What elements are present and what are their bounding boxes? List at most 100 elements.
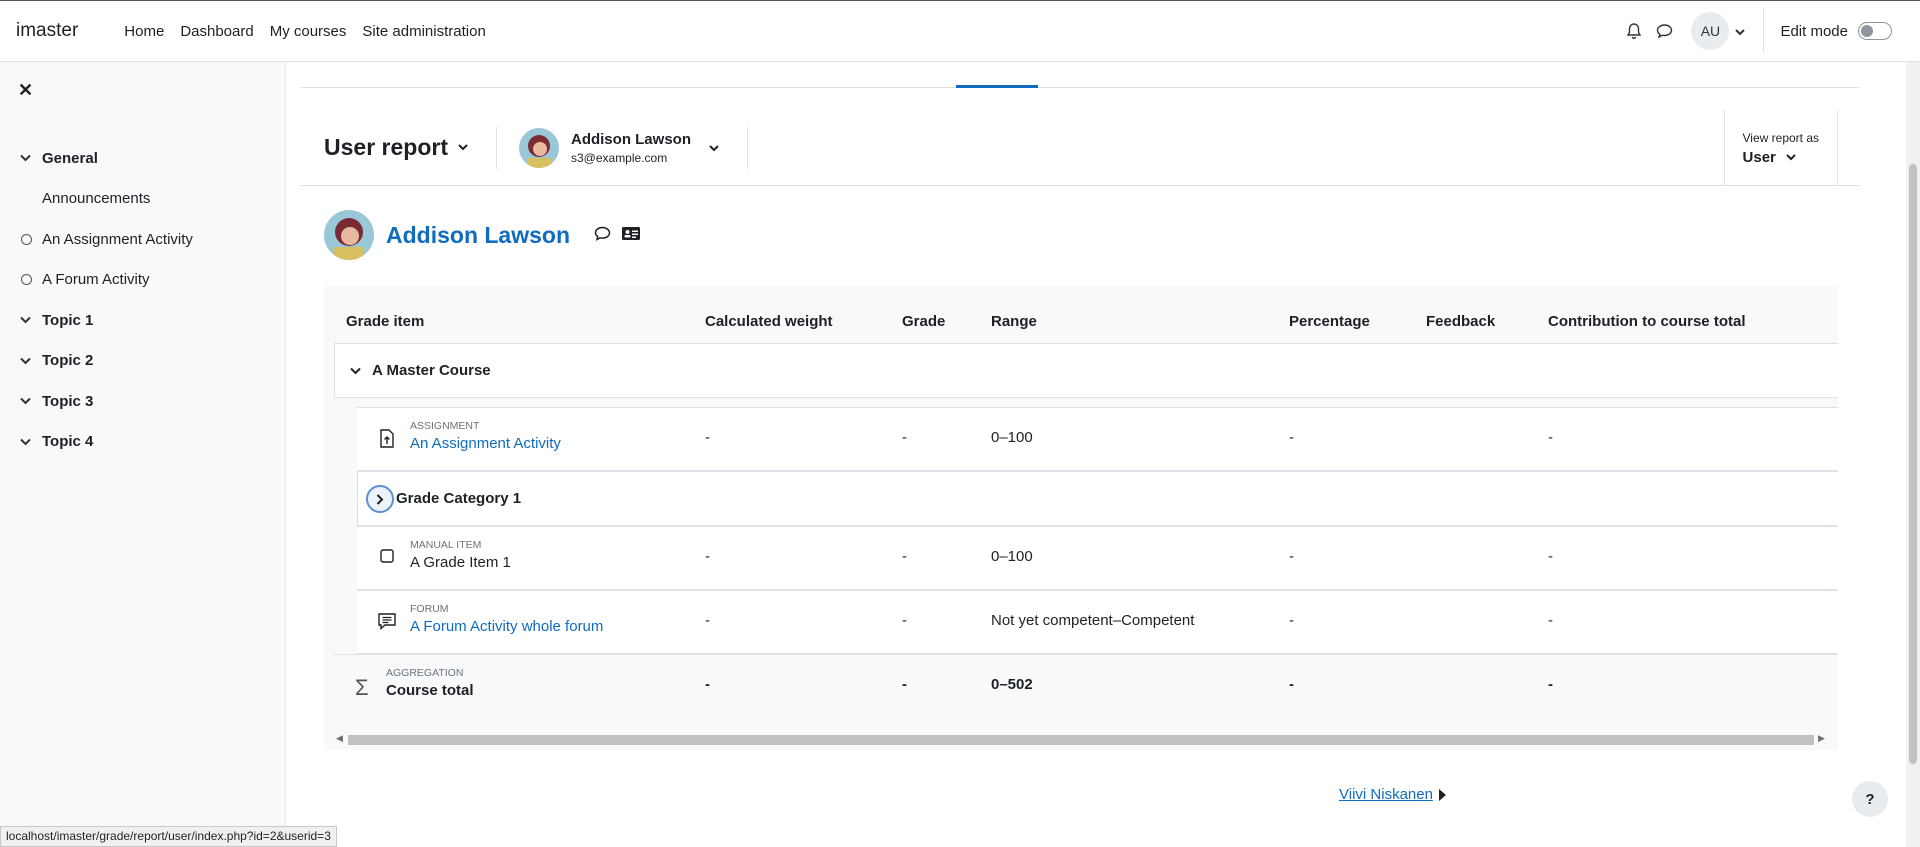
view-as-label: View report as [1742, 130, 1819, 145]
scroll-left-arrow-icon[interactable]: ◀ [336, 733, 343, 744]
header-calculated-weight: Calculated weight [705, 313, 833, 330]
user-selector[interactable]: Addison Lawson s3@example.com [518, 127, 719, 168]
messages-chat-icon[interactable] [1649, 16, 1679, 46]
calculated-weight: - [705, 676, 710, 693]
message-icon[interactable] [594, 226, 611, 245]
course-index-list: General Announcements An Assignment Acti… [0, 138, 286, 462]
range: Not yet competent–Competent [991, 612, 1195, 629]
horizontal-scrollbar[interactable]: ◀ ▶ [334, 732, 1828, 746]
course-total-row: Σ AGGREGATION Course total - - 0–502 - - [334, 654, 1838, 718]
course-section-topic-2[interactable]: Topic 2 [0, 341, 286, 382]
scroll-right-arrow-icon[interactable]: ▶ [1818, 733, 1825, 744]
navbar-divider [1763, 8, 1765, 54]
contribution: - [1548, 429, 1553, 446]
expand-chevron-right-icon[interactable] [366, 485, 394, 513]
user-grade-table: Grade item Calculated weight Grade Range… [324, 286, 1838, 750]
chevron-down-icon [458, 144, 468, 151]
chevron-down-icon [709, 139, 719, 156]
grade-category-title: Grade Category 1 [396, 490, 522, 507]
grade: - [902, 429, 907, 446]
collapse-chevron-down-icon[interactable] [350, 362, 361, 379]
item-link[interactable]: A Forum Activity whole forum [410, 618, 603, 635]
course-section-label: Topic 4 [42, 433, 94, 451]
chevron-down-icon[interactable] [20, 357, 32, 365]
calculated-weight: - [705, 429, 710, 446]
course-section-topic-4[interactable]: Topic 4 [0, 422, 286, 463]
grade: - [902, 548, 907, 565]
help-button[interactable]: ? [1852, 781, 1888, 817]
contribution: - [1548, 548, 1553, 565]
course-category-title: A Master Course [372, 362, 491, 379]
view-as-value: User [1743, 149, 1819, 166]
edit-mode-label: Edit mode [1780, 22, 1848, 40]
user-menu-avatar[interactable]: AU [1691, 12, 1730, 50]
top-navbar: imaster Home Dashboard My courses Site a… [0, 0, 1920, 62]
item-name: A Grade Item 1 [410, 554, 511, 571]
active-tab-indicator [956, 85, 1038, 88]
sigma-aggregation-icon: Σ [355, 675, 369, 700]
chevron-down-icon[interactable] [20, 154, 32, 162]
grade-item-info: MANUAL ITEM A Grade Item 1 [410, 539, 511, 571]
next-user-link[interactable]: Viivi Niskanen [1339, 786, 1446, 803]
course-section-topic-1[interactable]: Topic 1 [0, 300, 286, 341]
item-type: AGGREGATION [386, 667, 464, 679]
view-report-as-selector[interactable]: View report as User [1723, 110, 1838, 186]
grade-item-info: FORUM A Forum Activity whole forum [410, 603, 603, 635]
user-menu-chevron-down-icon[interactable] [1735, 23, 1746, 40]
course-section-label: Topic 3 [42, 392, 94, 410]
scrollbar-thumb[interactable] [348, 735, 1814, 745]
user-heading-name[interactable]: Addison Lawson [386, 222, 570, 249]
user-heading-avatar[interactable] [324, 210, 374, 260]
chevron-down-icon[interactable] [20, 438, 32, 446]
course-section-topic-3[interactable]: Topic 3 [0, 381, 286, 422]
chevron-down-icon[interactable] [20, 397, 32, 405]
course-section-general[interactable]: General [0, 138, 286, 179]
chevron-down-icon[interactable] [20, 316, 32, 324]
item-link[interactable]: An Assignment Activity [410, 435, 561, 452]
nav-my-courses[interactable]: My courses [262, 23, 355, 40]
selected-user-name: Addison Lawson [570, 130, 691, 148]
header-percentage: Percentage [1289, 313, 1370, 330]
edit-mode-toggle[interactable] [1858, 22, 1892, 40]
forum-discussion-icon [378, 613, 396, 634]
percentage: - [1289, 429, 1294, 446]
calculated-weight: - [705, 612, 710, 629]
primary-navigation: Home Dashboard My courses Site administr… [116, 23, 494, 40]
user-heading-actions [594, 226, 641, 245]
user-heading: Addison Lawson [324, 210, 641, 260]
page-vertical-scrollbar[interactable] [1906, 62, 1920, 847]
user-avatar [518, 127, 559, 168]
course-item-label: An Assignment Activity [42, 230, 193, 248]
vertical-scrollbar-thumb[interactable] [1909, 164, 1917, 764]
grade-category-row: Grade Category 1 [357, 471, 1838, 526]
table-row: MANUAL ITEM A Grade Item 1 - - 0–100 - - [357, 526, 1838, 590]
report-title: User report [324, 134, 448, 160]
item-type: MANUAL ITEM [410, 539, 482, 551]
navbar-right: AU Edit mode [1619, 1, 1920, 61]
caret-right-icon [1438, 788, 1446, 801]
percentage: - [1289, 548, 1294, 565]
course-item-assignment[interactable]: An Assignment Activity [0, 219, 286, 260]
nav-site-administration[interactable]: Site administration [354, 23, 493, 40]
course-item-forum[interactable]: A Forum Activity [0, 260, 286, 301]
course-section-label: Topic 1 [42, 311, 94, 329]
table-row: FORUM A Forum Activity whole forum - - N… [357, 590, 1838, 654]
site-brand[interactable]: imaster [16, 20, 78, 42]
next-user-name: Viivi Niskanen [1339, 786, 1433, 803]
header-feedback: Feedback [1426, 313, 1496, 330]
item-type: FORUM [410, 603, 449, 615]
notifications-bell-icon[interactable] [1619, 16, 1649, 46]
close-drawer-icon[interactable]: ✕ [18, 80, 33, 101]
manual-item-square-icon [380, 549, 394, 567]
header-grade-item: Grade item [346, 313, 425, 330]
report-selector[interactable]: User report [324, 134, 468, 161]
course-section-label: Topic 2 [42, 352, 94, 370]
nav-home[interactable]: Home [116, 23, 172, 40]
course-section-label: General [42, 149, 98, 167]
profile-card-icon[interactable] [621, 226, 641, 245]
status-bar-url: localhost/imaster/grade/report/user/inde… [0, 826, 337, 847]
header-range: Range [991, 313, 1037, 330]
range: 0–100 [991, 548, 1033, 565]
nav-dashboard[interactable]: Dashboard [172, 23, 261, 40]
course-item-announcements[interactable]: Announcements [0, 179, 286, 220]
